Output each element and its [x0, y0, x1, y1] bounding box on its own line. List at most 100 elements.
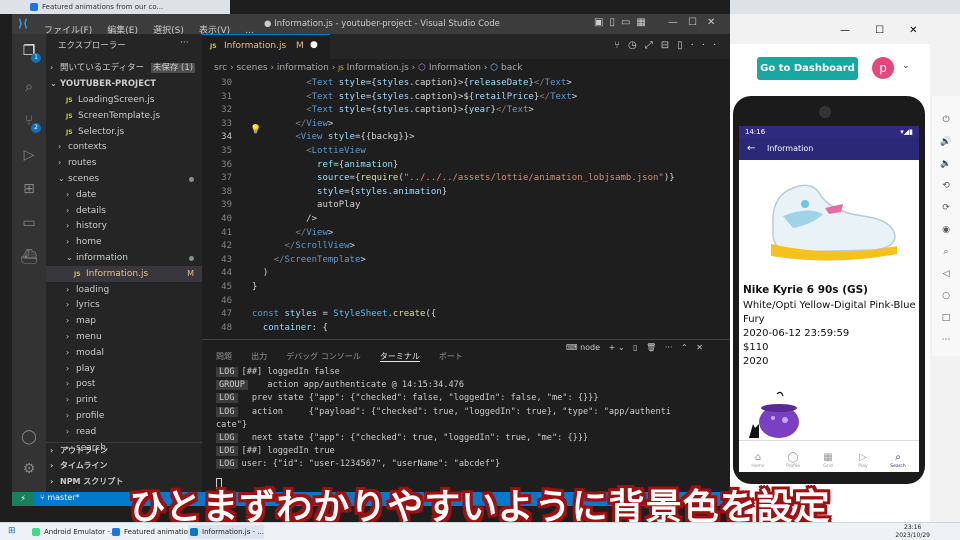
tree-item[interactable]: › post	[46, 376, 202, 392]
close-panel-icon[interactable]: ✕	[696, 343, 703, 352]
tree-item[interactable]: › lyrics	[46, 297, 202, 313]
outline-section[interactable]: › アウトライン	[46, 442, 202, 458]
volume-up-icon[interactable]: 🔊	[940, 136, 952, 148]
maximize-icon[interactable]: ☐	[875, 25, 884, 36]
timeline-section[interactable]: › タイムライン	[46, 458, 202, 474]
tree-item[interactable]: › profile	[46, 408, 202, 424]
tab-ports[interactable]: ポート	[439, 352, 463, 361]
code-line[interactable]: <Text style={styles.caption}>${retailPri…	[252, 91, 577, 105]
back-icon[interactable]: ◁	[940, 268, 952, 280]
chevron-up-icon[interactable]: ⌃	[681, 343, 688, 352]
nav-home[interactable]: ⌂ Home	[741, 445, 775, 469]
chevron-down-icon[interactable]: ⌄	[902, 61, 910, 71]
code-line[interactable]: </View>	[252, 227, 333, 241]
code-line[interactable]: />	[252, 213, 317, 227]
chevron-down-icon[interactable]: ⌄	[618, 343, 625, 352]
browser-tab[interactable]: Featured animations from our co...	[0, 0, 230, 14]
breadcrumb-src[interactable]: src	[214, 63, 227, 73]
nav-profile[interactable]: ◯ Profile	[776, 445, 810, 469]
tab-output[interactable]: 出力	[251, 352, 267, 361]
rotate-right-icon[interactable]: ⟳	[940, 202, 952, 214]
nav-play[interactable]: ▷ Play	[846, 445, 880, 469]
code-line[interactable]: const styles = StyleSheet.create({	[252, 308, 436, 322]
breadcrumb-scenes[interactable]: scenes	[236, 63, 267, 73]
editor-actions[interactable]: ⑂◷⤢⊟▯···	[614, 40, 724, 51]
code-line[interactable]: <LottieView	[252, 145, 366, 159]
tree-item[interactable]: › contexts	[46, 139, 202, 155]
tree-item[interactable]: › play	[46, 361, 202, 377]
close-icon[interactable]: ✕	[909, 25, 917, 36]
remote-explorer-icon[interactable]: ▭	[20, 214, 38, 232]
more-actions-icon[interactable]: ···	[665, 343, 673, 352]
open-editors-section[interactable]: › 開いているエディター 未保存 (1)	[46, 60, 202, 76]
tree-item[interactable]: › details	[46, 203, 202, 219]
tree-item[interactable]: › routes	[46, 155, 202, 171]
tree-item[interactable]: › home	[46, 234, 202, 250]
code-line[interactable]: autoPlay	[252, 199, 360, 213]
project-section[interactable]: ⌄ YOUTUBER-PROJECT	[46, 76, 202, 92]
code-line[interactable]: </ScreenTemplate>	[252, 254, 366, 268]
tree-item[interactable]: › loading	[46, 282, 202, 298]
rotate-left-icon[interactable]: ⟲	[940, 180, 952, 192]
zoom-icon[interactable]: ⌕	[940, 246, 952, 258]
code-line[interactable]: source={require("../../../assets/lottie/…	[252, 172, 675, 186]
breadcrumb-component[interactable]: Information	[429, 63, 481, 73]
avatar[interactable]: p	[872, 57, 894, 79]
code-editor[interactable]: 30 <Text style={styles.caption}>{release…	[202, 77, 730, 339]
account-icon[interactable]: ◯	[20, 428, 38, 446]
code-line[interactable]: )	[252, 267, 268, 281]
code-line[interactable]: }	[252, 281, 257, 295]
tree-item[interactable]: JS LoadingScreen.js	[46, 92, 202, 108]
breadcrumb-symbol[interactable]: back	[501, 63, 522, 73]
breadcrumb-information[interactable]: information	[277, 63, 329, 73]
code-line[interactable]: container: {	[252, 322, 328, 336]
tree-item[interactable]: › map	[46, 313, 202, 329]
code-line[interactable]: ref={animation}	[252, 159, 398, 173]
tab-information-js[interactable]: JS Information.js M ●	[202, 34, 330, 59]
tree-item[interactable]: › read	[46, 424, 202, 440]
windows-start-icon[interactable]: ⊞	[8, 526, 16, 536]
nav-search[interactable]: ⌕ Search	[881, 445, 915, 469]
tree-item[interactable]: ⌄ scenes	[46, 171, 202, 187]
window-controls[interactable]: —☐✕	[668, 17, 725, 28]
task-android-emulator[interactable]: Android Emulator -...	[30, 525, 117, 539]
more-icon[interactable]: ⋯	[940, 334, 952, 346]
code-line[interactable]: <Text style={styles.caption}>{releaseDat…	[252, 77, 572, 91]
tree-item[interactable]: › menu	[46, 329, 202, 345]
lightbulb-icon[interactable]: 💡	[250, 125, 261, 135]
trash-icon[interactable]: 🗑	[646, 343, 656, 352]
code-line[interactable]: <Text style={styles.caption}>{year}</Tex…	[252, 104, 534, 118]
source-control-icon[interactable]: ⑂ 2	[20, 112, 41, 133]
tree-item[interactable]: › history	[46, 218, 202, 234]
tree-item[interactable]: JS ScreenTemplate.js	[46, 108, 202, 124]
search-icon[interactable]: ⌕	[20, 78, 38, 96]
minimize-icon[interactable]: —	[840, 25, 850, 36]
code-line[interactable]: style={styles.animation}	[252, 186, 447, 200]
breadcrumb-file[interactable]: Information.js	[347, 63, 409, 73]
tree-item[interactable]: JS Information.js M	[46, 265, 202, 282]
code-line[interactable]: <View style={{backg}}>	[252, 131, 414, 145]
tree-item[interactable]: › modal	[46, 345, 202, 361]
layout-toggle-icons[interactable]: ▣▯▭▦	[594, 17, 652, 28]
go-to-dashboard-button[interactable]: Go to Dashboard	[757, 57, 858, 80]
add-terminal-icon[interactable]: +	[609, 343, 616, 352]
tab-problems[interactable]: 問題	[216, 352, 232, 361]
system-clock[interactable]: 23:16 2023/10/29	[895, 524, 930, 540]
tree-item[interactable]: › date	[46, 187, 202, 203]
run-debug-icon[interactable]: ▷	[20, 146, 38, 164]
volume-down-icon[interactable]: 🔉	[940, 158, 952, 170]
unsaved-dot-icon[interactable]: ●	[310, 40, 318, 50]
home-icon[interactable]: ○	[940, 290, 952, 302]
tree-item[interactable]: ⌄ information	[46, 250, 202, 266]
tab-terminal[interactable]: ターミナル	[379, 352, 420, 362]
task-featured-animation[interactable]: Featured animation...	[110, 525, 199, 539]
camera-icon[interactable]: ◉	[940, 224, 952, 236]
tab-debug-console[interactable]: デバッグ コンソール	[286, 352, 361, 361]
task-vscode[interactable]: Information.js - ...	[188, 525, 264, 539]
explorer-icon[interactable]: ❐ 1	[20, 42, 41, 63]
settings-gear-icon[interactable]: ⚙	[20, 460, 38, 478]
more-actions-icon[interactable]: ···	[180, 38, 189, 48]
extensions-icon[interactable]: ⊞	[20, 180, 38, 198]
overview-icon[interactable]: □	[940, 312, 952, 324]
power-icon[interactable]: ⏻	[940, 114, 952, 126]
